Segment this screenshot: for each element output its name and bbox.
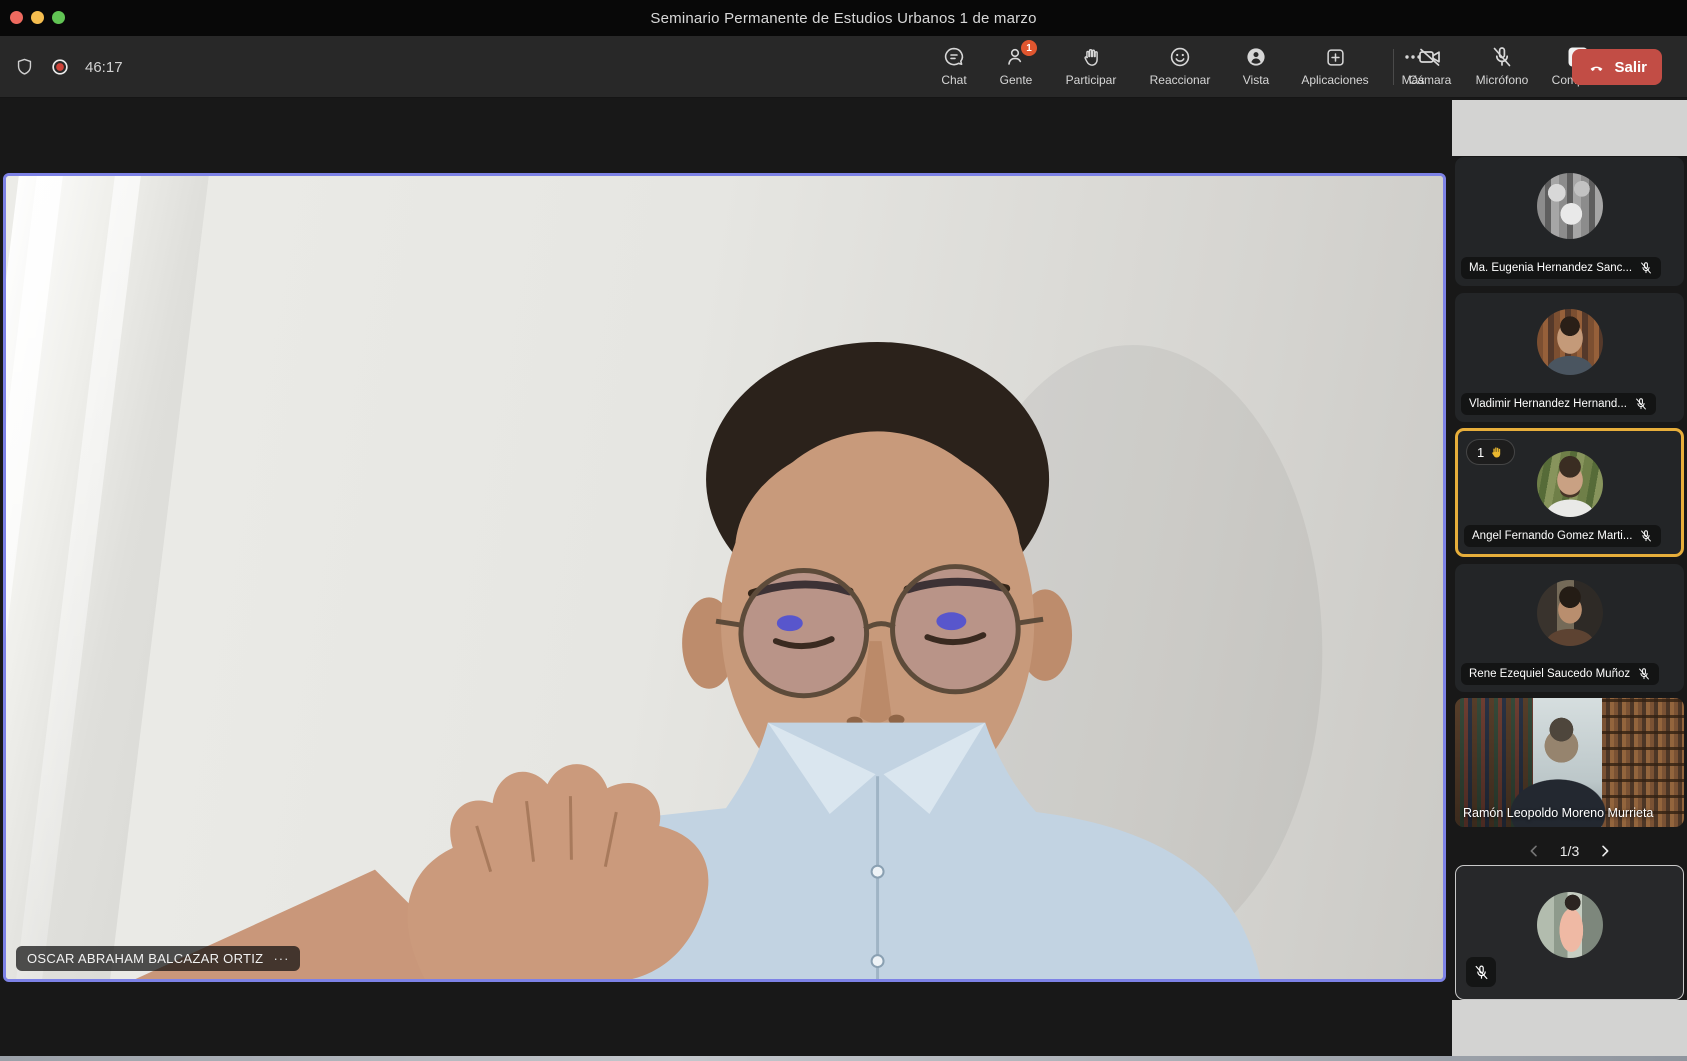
security-shield-icon[interactable]	[14, 57, 35, 78]
page-indicator: 1/3	[1560, 843, 1579, 859]
toolbar-divider	[1393, 49, 1394, 85]
mic-off-icon	[1639, 261, 1653, 275]
phone-hangup-icon	[1587, 58, 1606, 77]
avatar	[1537, 580, 1603, 646]
microphone-button[interactable]: Micrófono	[1470, 44, 1534, 87]
speaker-name: OSCAR ABRAHAM BALCAZAR ORTIZ	[27, 951, 263, 966]
previous-page-icon[interactable]	[1526, 843, 1542, 859]
participant-tile-angel[interactable]: 1 Angel Fernando Gomez Marti...	[1455, 428, 1684, 557]
view-button[interactable]: Vista	[1232, 44, 1280, 87]
zoom-meeting-window: Seminario Permanente de Estudios Urbanos…	[0, 0, 1687, 1061]
participant-tile-extra[interactable]	[1455, 865, 1684, 1000]
mic-off-icon	[1634, 397, 1648, 411]
participant-tile-ramon[interactable]: Ramón Leopoldo Moreno Murrieta	[1455, 698, 1684, 827]
minimize-window-button[interactable]	[31, 11, 44, 24]
participants-button[interactable]: 1 Gente	[990, 44, 1042, 87]
avatar	[1537, 173, 1603, 239]
gallery-pagination: 1/3	[1455, 838, 1684, 864]
active-speaker-video[interactable]: OSCAR ABRAHAM BALCAZAR ORTIZ ···	[3, 173, 1446, 982]
raised-hand-icon	[1489, 445, 1504, 460]
avatar	[1537, 451, 1603, 517]
participant-tile-rene[interactable]: Rene Ezequiel Saucedo Muñoz	[1455, 564, 1684, 692]
participant-name-pill: Angel Fernando Gomez Marti...	[1464, 525, 1661, 547]
avatar	[1537, 309, 1603, 375]
avatar	[1537, 892, 1603, 958]
leave-button-label: Salir	[1614, 59, 1647, 76]
participant-tile-vladimir[interactable]: Vladimir Hernandez Hernand...	[1455, 293, 1684, 422]
plus-square-icon	[1324, 44, 1347, 70]
sidebar-background-top	[1452, 100, 1687, 156]
chat-button[interactable]: Chat	[930, 44, 978, 87]
participant-name-pill: Vladimir Hernandez Hernand...	[1461, 393, 1656, 415]
speaker-name-pill: OSCAR ABRAHAM BALCAZAR ORTIZ ···	[16, 946, 300, 971]
mic-off-icon	[1637, 667, 1651, 681]
sidebar-background-bottom	[1452, 1000, 1687, 1056]
meeting-timer: 46:17	[85, 59, 123, 76]
people-icon: 1	[1004, 44, 1028, 70]
apps-button[interactable]: Aplicaciones	[1292, 44, 1378, 87]
raised-hand-badge: 1	[1466, 439, 1515, 465]
raised-hand-icon	[1080, 44, 1103, 70]
person-circle-icon	[1244, 44, 1268, 70]
toolbar-center-buttons: Chat 1 Gente Participar Reaccionar	[930, 36, 1436, 98]
leave-meeting-button[interactable]: Salir	[1572, 49, 1662, 85]
participant-name-pill: Rene Ezequiel Saucedo Muñoz	[1461, 663, 1659, 685]
participant-tile-eugenia[interactable]: Ma. Eugenia Hernandez Sanc...	[1455, 157, 1684, 286]
speaker-portrait	[6, 176, 1443, 979]
desktop-edge	[0, 1056, 1687, 1061]
participant-name-pill: Ma. Eugenia Hernandez Sanc...	[1461, 257, 1661, 279]
close-window-button[interactable]	[10, 11, 23, 24]
meeting-toolbar: 46:17 Chat 1 Gente Participar	[0, 36, 1687, 98]
mic-off-icon	[1639, 529, 1653, 543]
status-group: 46:17	[14, 36, 123, 98]
reactions-button[interactable]: Reaccionar	[1140, 44, 1220, 87]
window-controls	[10, 11, 65, 24]
fullscreen-window-button[interactable]	[52, 11, 65, 24]
meeting-content: OSCAR ABRAHAM BALCAZAR ORTIZ ··· Ma. Eug…	[0, 98, 1687, 1056]
title-bar: Seminario Permanente de Estudios Urbanos…	[0, 0, 1687, 36]
participant-name: Ramón Leopoldo Moreno Murrieta	[1463, 806, 1653, 820]
raise-hand-button[interactable]: Participar	[1054, 44, 1128, 87]
next-page-icon[interactable]	[1597, 843, 1613, 859]
participants-sidebar: Ma. Eugenia Hernandez Sanc... Vladimir H…	[1452, 98, 1687, 1056]
camera-button[interactable]: Cámara	[1402, 44, 1458, 87]
speaker-more-icon[interactable]: ···	[273, 951, 289, 966]
recording-indicator-icon	[50, 57, 70, 77]
meeting-title: Seminario Permanente de Estudios Urbanos…	[650, 10, 1036, 27]
chat-icon	[942, 44, 966, 70]
mic-off-icon	[1490, 44, 1514, 70]
muted-indicator	[1466, 957, 1496, 987]
smiley-icon	[1168, 44, 1192, 70]
camera-off-icon	[1417, 44, 1443, 70]
participants-count-badge: 1	[1021, 40, 1037, 56]
mic-off-icon	[1473, 964, 1490, 981]
